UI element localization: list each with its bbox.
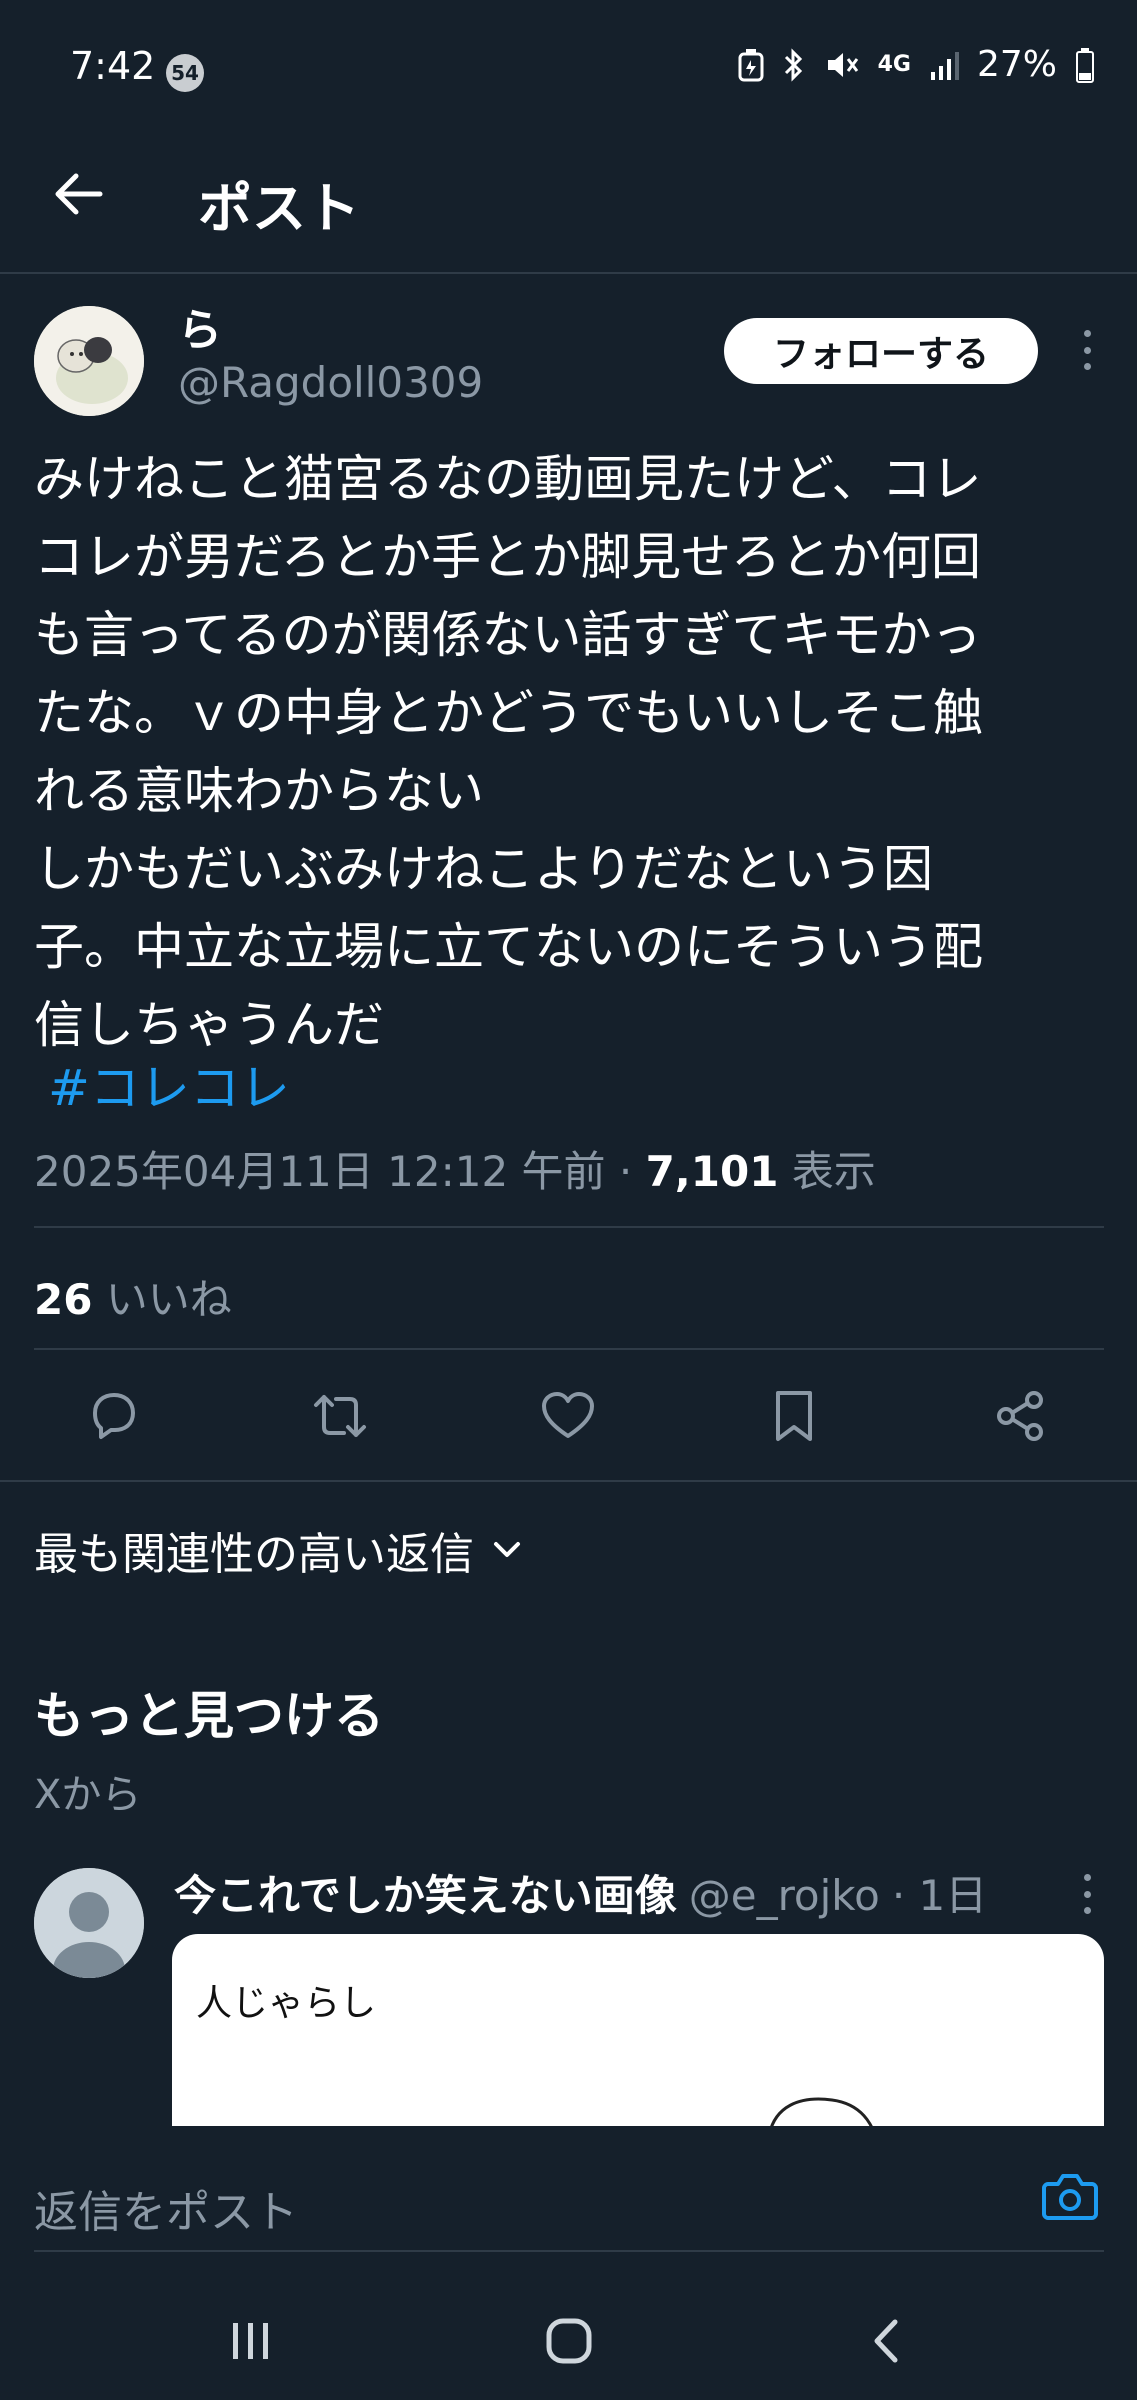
bluetooth-icon (784, 47, 802, 82)
notification-count-badge: 54 (166, 54, 204, 92)
author-name[interactable]: ら (178, 294, 222, 358)
heart-icon (542, 1392, 594, 1438)
recommended-author-name: 今これでしか笑えない画像 (174, 1871, 677, 1920)
recent-apps-icon (233, 2323, 268, 2359)
likes-divider (34, 1348, 1104, 1350)
reply-icon (93, 1393, 135, 1439)
battery-percent: 27% (976, 44, 1057, 85)
more-options-icon[interactable] (1081, 330, 1093, 370)
discover-more-title: もっと見つける (34, 1687, 384, 1745)
share-button[interactable] (990, 1386, 1050, 1446)
author-handle[interactable]: @Ragdoll0309 (178, 358, 483, 407)
mute-icon (827, 52, 858, 77)
tweet-text: みけねこと猫宮るなの動画見たけど、コレ コレが男だろとか手とか脚見せろとか何回 … (34, 450, 983, 1054)
header-divider (0, 272, 1137, 274)
arrow-left-icon (55, 173, 103, 215)
recent-apps-button[interactable] (216, 2306, 286, 2376)
recommended-card-text: 人じゃらし (196, 1983, 377, 2024)
recommended-post-header[interactable]: 今これでしか笑えない画像 @e_rojko · 1日 (174, 1862, 987, 1923)
status-icons: 4G 27% (738, 44, 1095, 85)
share-icon (997, 1391, 1043, 1441)
views-count: 7,101 (645, 1147, 779, 1196)
recommended-more-options-icon[interactable] (1081, 1874, 1093, 1914)
hashtag-link[interactable]: #コレコレ (48, 1048, 290, 1120)
reply-input[interactable]: 返信をポスト (34, 2176, 298, 2240)
page-title: ポスト (198, 177, 360, 240)
battery-icon (1076, 47, 1094, 83)
retweet-button[interactable] (310, 1386, 370, 1446)
recommended-media-card[interactable]: 人じゃらし (172, 1934, 1104, 2134)
tweet-timestamp: 2025年04月11日 12:12 午前 · (34, 1147, 646, 1196)
bookmark-icon (776, 1391, 812, 1441)
reply-button[interactable] (84, 1386, 144, 1446)
chevron-down-icon (494, 1542, 520, 1557)
back-button[interactable] (50, 166, 106, 222)
chevron-left-icon (874, 2319, 898, 2363)
follow-button[interactable]: フォローする (724, 318, 1038, 384)
likes-summary[interactable]: 26 いいね (34, 1266, 232, 1327)
home-icon (546, 2318, 592, 2364)
signal-icon (930, 51, 959, 80)
cat-avatar-icon (34, 306, 144, 416)
replies-sort-label: 最も関連性の高い返信 (34, 1529, 474, 1580)
recommended-avatar[interactable] (34, 1868, 144, 1978)
camera-icon (1042, 2174, 1098, 2220)
home-button[interactable] (534, 2306, 604, 2376)
battery-saver-icon (738, 48, 764, 81)
camera-button[interactable] (1042, 2170, 1098, 2226)
discover-more-subtitle: Xから (34, 1772, 142, 1818)
recommended-author-handle: @e_rojko (688, 1871, 880, 1920)
default-avatar-icon (34, 1868, 144, 1978)
author-avatar[interactable] (34, 306, 144, 416)
status-time: 7:42 (70, 44, 156, 88)
meta-divider (34, 1226, 1104, 1228)
likes-label: いいね (92, 1275, 232, 1324)
network-type: 4G (877, 52, 911, 77)
bookmark-button[interactable] (764, 1386, 824, 1446)
reply-underline (34, 2250, 1104, 2252)
retweet-icon (314, 1395, 366, 1437)
replies-sort-dropdown[interactable]: 最も関連性の高い返信 (34, 1518, 522, 1582)
system-back-button[interactable] (852, 2306, 922, 2376)
tweet-meta: 2025年04月11日 12:12 午前 · 7,101 表示 (34, 1138, 876, 1199)
views-label: 表示 (778, 1147, 876, 1196)
likes-count: 26 (34, 1275, 93, 1324)
actions-divider (0, 1480, 1137, 1482)
recommended-post-time: · 1日 (891, 1871, 988, 1920)
like-button[interactable] (538, 1386, 598, 1446)
